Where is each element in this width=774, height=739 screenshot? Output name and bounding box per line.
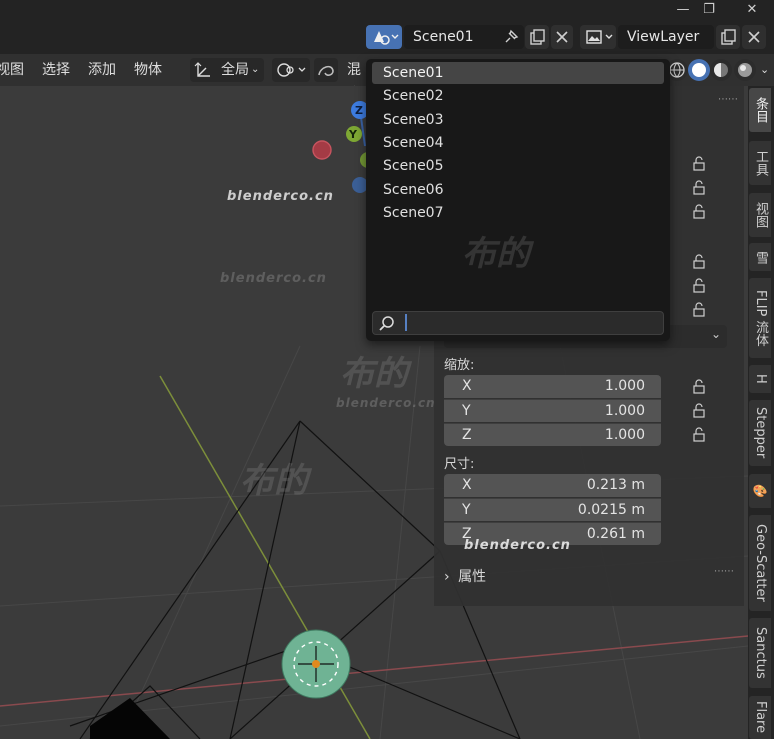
transform-orientation-label: 全局 xyxy=(221,62,249,78)
watermark-site: blenderco.cn xyxy=(227,189,334,204)
watermark-site: blenderco.cn xyxy=(464,538,571,553)
tab-tool[interactable]: 工具 xyxy=(749,141,771,185)
image-icon xyxy=(586,30,613,44)
dimensions-label: 尺寸: xyxy=(444,457,475,472)
lock-icon[interactable] xyxy=(690,426,708,442)
watermark-site: blenderco.cn xyxy=(336,396,436,410)
watermark-site: blenderco.cn xyxy=(220,271,327,286)
tab-snow[interactable]: 雪 xyxy=(749,243,771,271)
search-icon xyxy=(379,316,394,331)
drag-handle-icon[interactable]: ⋯⋯ xyxy=(714,566,734,577)
properties-panel-header[interactable]: › 属性 xyxy=(444,566,486,586)
duplicate-icon xyxy=(721,29,736,45)
blender-window: — ❐ ✕ Scene01 ViewLayer 视图 选择 添加 物体 全局 ⌄… xyxy=(0,0,774,739)
scale-z-field[interactable]: Z 1.000 xyxy=(444,423,661,446)
scene-option[interactable]: Scene06 xyxy=(372,179,664,201)
lock-icon[interactable] xyxy=(690,155,708,171)
menu-object[interactable]: 物体 xyxy=(134,59,162,81)
scene-option[interactable]: Scene02 xyxy=(372,85,664,107)
copy-scene-button[interactable] xyxy=(525,25,549,49)
solid-shading-icon[interactable] xyxy=(688,59,710,81)
lock-icon[interactable] xyxy=(690,277,708,293)
scene-option[interactable]: Scene05 xyxy=(372,155,664,177)
watermark-brand: 布的 xyxy=(340,354,408,394)
drag-handle-icon[interactable]: ⋯⋯ xyxy=(718,94,738,105)
scene-option[interactable]: Scene04 xyxy=(372,132,664,154)
copy-view-layer-button[interactable] xyxy=(716,25,740,49)
watermark-brand: 布的 xyxy=(240,461,308,501)
tab-h[interactable]: H xyxy=(749,365,771,393)
shading-options-chevron-icon[interactable]: ⌄ xyxy=(760,59,769,81)
dimension-y-field[interactable]: Y 0.0215 m xyxy=(444,498,661,521)
material-shading-icon[interactable] xyxy=(710,59,732,81)
tab-flip-fluids[interactable]: FLIP 流体 xyxy=(749,278,771,358)
delete-view-layer-button[interactable] xyxy=(742,25,766,49)
close-icon xyxy=(748,31,760,43)
tab-view[interactable]: 视图 xyxy=(749,193,771,237)
orientation-axes-icon xyxy=(194,62,210,77)
scene-icon xyxy=(374,31,399,45)
lock-icon[interactable] xyxy=(690,301,708,317)
scene-browse-button[interactable] xyxy=(366,25,402,49)
chevron-down-icon: ⌄ xyxy=(710,327,721,341)
maximize-button[interactable]: ❐ xyxy=(694,0,724,22)
close-window-button[interactable]: ✕ xyxy=(737,0,767,22)
tab-sanctus[interactable]: Sanctus xyxy=(749,618,771,688)
scale-x-field[interactable]: X 1.000 xyxy=(444,375,661,398)
lock-icon[interactable] xyxy=(690,179,708,195)
lock-icon[interactable] xyxy=(690,378,708,394)
pivot-point-dropdown[interactable] xyxy=(272,58,310,82)
tab-palette-icon[interactable]: 🎨 xyxy=(749,474,771,508)
text-caret xyxy=(405,314,407,331)
gizmo-z-label: Z xyxy=(355,104,363,117)
scene-option[interactable]: Scene03 xyxy=(372,109,664,131)
tab-geo-scatter[interactable]: Geo-Scatter xyxy=(749,515,771,611)
lock-icon[interactable] xyxy=(690,203,708,219)
scene-option[interactable]: Scene01 xyxy=(372,62,664,84)
blend-mode-label[interactable]: 混合 xyxy=(342,58,368,102)
rendered-shading-icon[interactable] xyxy=(734,59,756,81)
tab-flare[interactable]: Flare xyxy=(749,696,771,739)
gizmo-y-label: Y xyxy=(348,128,358,141)
delete-scene-button[interactable] xyxy=(551,25,573,49)
lock-icon[interactable] xyxy=(690,402,708,418)
menu-select[interactable]: 选择 xyxy=(42,59,70,81)
title-bar: — ❐ ✕ xyxy=(0,0,774,22)
proportional-editing-button[interactable] xyxy=(314,58,338,82)
scene-search-input[interactable] xyxy=(372,311,664,335)
scale-y-field[interactable]: Y 1.000 xyxy=(444,399,661,422)
tab-stepper[interactable]: Stepper xyxy=(749,400,771,466)
tab-item[interactable]: 条目 xyxy=(749,88,771,132)
menu-add[interactable]: 添加 xyxy=(88,59,116,81)
scene-option[interactable]: Scene07 xyxy=(372,202,664,224)
menu-view[interactable]: 视图 xyxy=(0,59,24,81)
close-icon xyxy=(556,31,568,43)
view-layer-name-field[interactable]: ViewLayer xyxy=(618,25,714,49)
dimension-x-field[interactable]: X 0.213 m xyxy=(444,474,661,497)
scale-label: 缩放: xyxy=(444,358,475,373)
view-layer-browse-button[interactable] xyxy=(580,25,616,49)
proportional-edit-icon xyxy=(318,65,334,76)
chevron-down-icon: ⌄ xyxy=(251,64,260,75)
pin-icon[interactable] xyxy=(499,25,523,49)
chevron-right-icon: › xyxy=(444,569,450,585)
watermark-brand: 布的 xyxy=(462,234,530,274)
link-icon xyxy=(277,63,306,77)
lock-icon[interactable] xyxy=(690,253,708,269)
transform-orientation-dropdown[interactable]: 全局 ⌄ xyxy=(190,58,264,82)
duplicate-icon xyxy=(530,29,545,45)
